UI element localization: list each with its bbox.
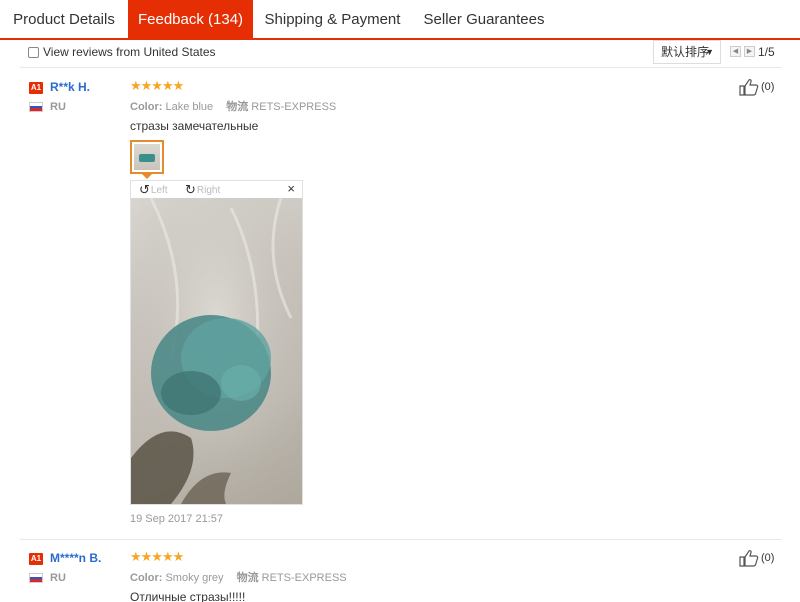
color-label: Color: <box>130 572 163 584</box>
rotate-right-icon: ↻ <box>185 182 196 197</box>
color-value: Lake blue <box>165 101 214 113</box>
close-icon[interactable]: × <box>287 181 295 196</box>
thumbs-up-icon <box>739 550 759 567</box>
review-filter-bar: View reviews from United States 默认排序 ▼ ◀… <box>20 40 782 68</box>
chevron-right-icon[interactable]: ▶ <box>744 46 755 57</box>
reviewer-name[interactable]: R**k H. <box>50 80 90 94</box>
helpful-button[interactable]: (0) <box>739 78 774 96</box>
rotate-right-label: Right <box>196 185 221 196</box>
color-label: Color: <box>130 101 163 113</box>
helpful-count: (0) <box>761 551 775 564</box>
tab-feedback[interactable]: Feedback (134) <box>128 0 253 40</box>
helpful-button[interactable]: (0) <box>739 549 774 567</box>
buyer-level-badge: A1 <box>29 82 43 94</box>
review-item: A1 R**k H. RU ★★★★★ Color: Lake blue 物流 … <box>20 70 782 540</box>
photo-viewer-toolbar: ↺Left ↻Right × <box>131 181 302 198</box>
shipping-value: RETS-EXPRESS <box>261 572 347 584</box>
us-reviews-checkbox-label[interactable]: View reviews from United States <box>43 45 216 59</box>
chevron-left-icon[interactable]: ◀ <box>730 46 741 57</box>
buyer-level-badge: A1 <box>29 553 43 565</box>
tab-bar: Product Details Feedback (134) Shipping … <box>0 0 800 40</box>
review-photo-image <box>131 198 302 504</box>
review-photo <box>131 198 302 504</box>
rotate-left-icon: ↺ <box>139 182 150 197</box>
sort-dropdown[interactable]: 默认排序 ▼ <box>653 40 721 64</box>
thumbnail-pointer <box>142 174 152 179</box>
chevron-down-icon: ▼ <box>705 47 714 57</box>
review-photo-thumbnail[interactable] <box>130 140 164 174</box>
photo-viewer: ↺Left ↻Right × <box>130 180 303 505</box>
flag-ru-icon <box>29 102 43 112</box>
reviewer-name[interactable]: M****n B. <box>50 551 101 565</box>
tab-product-details[interactable]: Product Details <box>0 0 128 38</box>
flag-ru-icon <box>29 573 43 583</box>
shipping-value: RETS-EXPRESS <box>251 101 337 113</box>
review-date: 19 Sep 2017 21:57 <box>130 513 223 525</box>
shipping-label: 物流 <box>226 101 249 113</box>
star-rating: ★★★★★ <box>130 78 184 93</box>
tab-shipping-payment[interactable]: Shipping & Payment <box>253 0 412 38</box>
tab-seller-guarantees[interactable]: Seller Guarantees <box>412 0 556 38</box>
pagination-indicator: 1/5 <box>758 45 775 59</box>
review-meta: Color: Smoky grey 物流 RETS-EXPRESS <box>130 569 347 585</box>
review-meta: Color: Lake blue 物流 RETS-EXPRESS <box>130 98 336 114</box>
color-value: Smoky grey <box>165 572 224 584</box>
helpful-count: (0) <box>761 80 775 93</box>
us-reviews-checkbox[interactable] <box>28 47 39 58</box>
star-rating: ★★★★★ <box>130 549 184 564</box>
review-text: Отличные стразы!!!!! <box>130 590 246 602</box>
rotate-left-label: Left <box>150 185 168 196</box>
sort-dropdown-label: 默认排序 <box>661 45 710 59</box>
rotate-right-button[interactable]: ↻Right <box>185 182 220 198</box>
reviewer-country: RU <box>50 572 66 584</box>
thumbs-up-icon <box>739 79 759 96</box>
reviewer-country: RU <box>50 101 66 113</box>
review-text: стразы замечательные <box>130 119 259 133</box>
rotate-left-button[interactable]: ↺Left <box>139 182 168 198</box>
shipping-label: 物流 <box>236 572 259 584</box>
review-item: A1 M****n B. RU ★★★★★ Color: Smoky grey … <box>20 541 782 602</box>
